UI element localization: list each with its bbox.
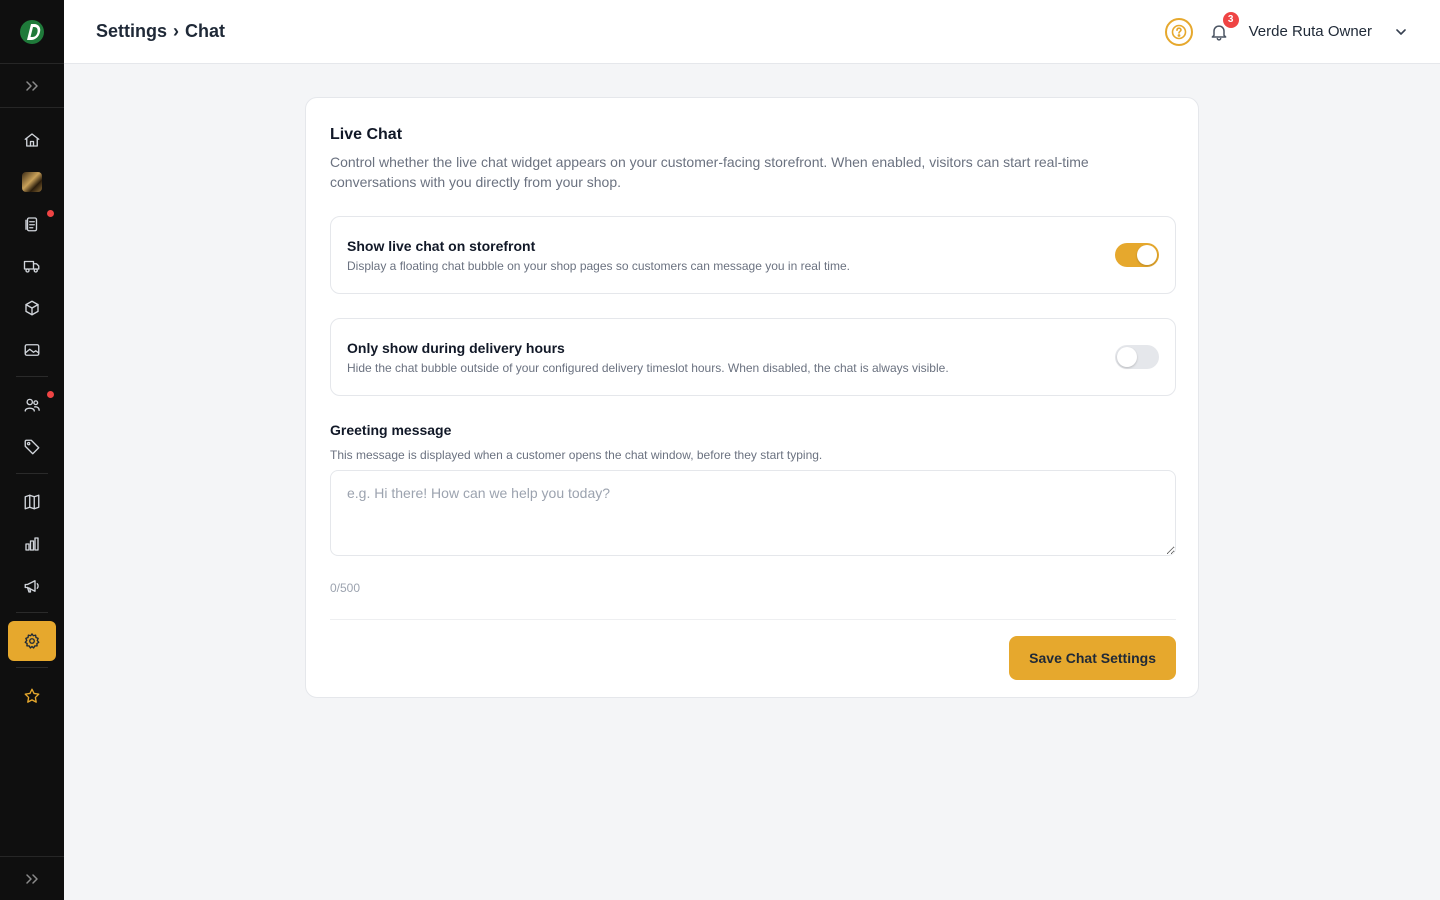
sidebar-divider <box>16 376 48 377</box>
sidebar-item-orders[interactable] <box>8 204 56 244</box>
user-menu-toggle[interactable] <box>1394 25 1408 39</box>
save-chat-settings-button[interactable]: Save Chat Settings <box>1009 636 1176 680</box>
book-icon <box>24 494 40 510</box>
gear-icon <box>24 633 40 649</box>
breadcrumb-parent[interactable]: Settings <box>96 21 167 41</box>
home-icon <box>24 133 40 147</box>
sidebar-item-media[interactable] <box>8 330 56 370</box>
greeting-help-text: This message is displayed when a custome… <box>330 448 823 462</box>
orders-icon <box>25 217 38 232</box>
chevrons-right-icon <box>26 80 38 91</box>
sidebar-item-store[interactable] <box>8 162 56 202</box>
tag-icon <box>24 439 40 455</box>
chart-icon <box>25 537 39 551</box>
sidebar-item-marketing[interactable] <box>8 566 56 606</box>
sidebar-collapse-button[interactable] <box>0 856 64 900</box>
star-icon <box>24 688 40 703</box>
sidebar-divider <box>16 667 48 668</box>
users-icon <box>24 398 40 412</box>
show-live-chat-toggle[interactable] <box>1115 243 1159 267</box>
box-icon <box>25 300 39 316</box>
setting-title: Show live chat on storefront <box>347 237 536 254</box>
breadcrumb: Settings › Chat <box>96 21 225 42</box>
truck-icon <box>23 260 40 273</box>
chevron-down-icon <box>1396 28 1406 35</box>
sidebar-item-featured[interactable] <box>8 676 56 716</box>
sidebar-item-catalog[interactable] <box>8 482 56 522</box>
sidebar-divider <box>16 473 48 474</box>
image-icon <box>24 344 40 356</box>
top-header: Settings › Chat 3 Verde Ruta Owner <box>64 0 1440 64</box>
app-logo[interactable] <box>0 0 64 64</box>
greeting-message-input[interactable] <box>330 470 1176 556</box>
user-menu-name[interactable]: Verde Ruta Owner <box>1249 23 1372 40</box>
toggle-knob <box>1117 347 1137 367</box>
help-button[interactable] <box>1164 17 1193 46</box>
toggle-knob <box>1137 245 1157 265</box>
sidebar-item-settings[interactable] <box>8 621 56 661</box>
sidebar <box>0 0 64 900</box>
greeting-label: Greeting message <box>330 422 452 438</box>
setting-delivery-hours-only: Only show during delivery hours Hide the… <box>330 318 1176 396</box>
header-actions: 3 Verde Ruta Owner <box>1164 11 1408 46</box>
sidebar-item-products[interactable] <box>8 288 56 328</box>
delivery-hours-toggle[interactable] <box>1115 345 1159 369</box>
setting-title: Only show during delivery hours <box>347 339 565 356</box>
card-footer: Save Chat Settings <box>330 636 1176 680</box>
card-footer-divider <box>330 619 1176 620</box>
logo-icon <box>20 19 44 44</box>
greeting-char-counter: 0/500 <box>330 581 361 595</box>
question-icon <box>1171 24 1186 39</box>
sidebar-item-discounts[interactable] <box>8 427 56 467</box>
setting-show-live-chat: Show live chat on storefront Display a f… <box>330 216 1176 294</box>
chevrons-right-icon <box>26 873 38 884</box>
sidebar-item-analytics[interactable] <box>8 524 56 564</box>
notification-badge: 3 <box>1222 11 1239 28</box>
breadcrumb-separator: › <box>173 21 180 41</box>
sidebar-item-customers[interactable] <box>8 385 56 425</box>
breadcrumb-current: Chat <box>185 21 226 41</box>
store-avatar <box>22 172 42 192</box>
sidebar-expand-button[interactable] <box>0 64 64 108</box>
live-chat-card: Live Chat Control whether the live chat … <box>305 97 1199 698</box>
customers-alert-dot <box>47 391 54 398</box>
setting-subtitle: Display a floating chat bubble on your s… <box>347 258 850 273</box>
sidebar-item-delivery[interactable] <box>8 246 56 286</box>
notifications-button[interactable]: 3 <box>1207 11 1239 44</box>
card-title: Live Chat <box>330 126 403 143</box>
megaphone-icon <box>24 580 39 593</box>
sidebar-divider <box>16 612 48 613</box>
sidebar-item-home[interactable] <box>8 120 56 160</box>
setting-subtitle: Hide the chat bubble outside of your con… <box>347 360 949 375</box>
orders-alert-dot <box>47 210 54 217</box>
setting-text: Show live chat on storefront Display a f… <box>347 238 1115 273</box>
card-description: Control whether the live chat widget app… <box>330 154 1089 190</box>
setting-text: Only show during delivery hours Hide the… <box>347 340 1115 375</box>
